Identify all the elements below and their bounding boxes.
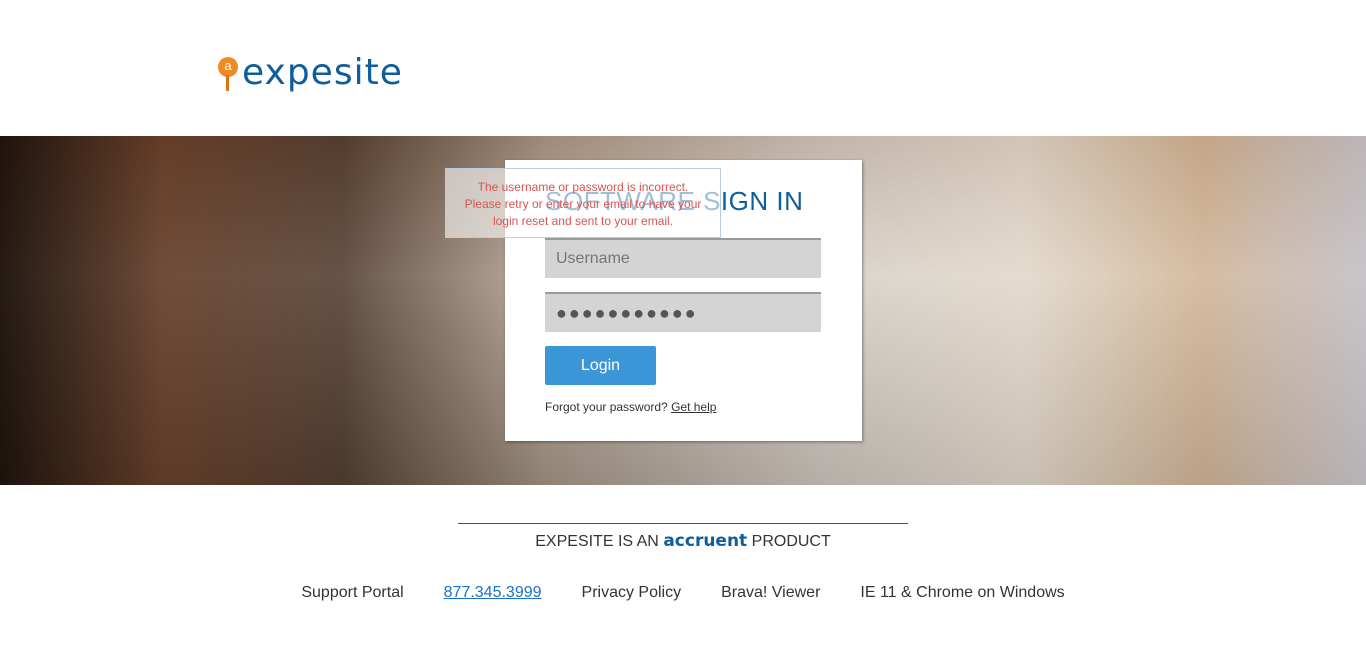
- tagline-suffix: PRODUCT: [751, 533, 831, 550]
- error-line: login reset and sent to your email.: [492, 214, 674, 228]
- login-button[interactable]: Login: [545, 346, 656, 385]
- expesite-logo: a expesite: [218, 52, 403, 93]
- accruent-logo: accruent: [663, 531, 748, 551]
- map-pin-icon: a: [218, 56, 238, 91]
- forgot-password: Forgot your password? Get help: [545, 400, 716, 414]
- error-line: The username or password is incorrect.: [477, 180, 689, 194]
- browser-support-link[interactable]: IE 11 & Chrome on Windows: [860, 584, 1064, 602]
- tagline-prefix: EXPESITE IS AN: [535, 533, 659, 550]
- product-tagline: EXPESITE IS AN accruent PRODUCT: [0, 531, 1366, 551]
- footer-links: Support Portal 877.345.3999 Privacy Poli…: [0, 584, 1366, 602]
- error-line: Please retry or enter your email to have…: [464, 197, 702, 211]
- error-message: The username or password is incorrect. P…: [445, 168, 721, 238]
- divider: [458, 523, 908, 524]
- get-help-link[interactable]: Get help: [671, 400, 716, 414]
- password-input[interactable]: ●●●●●●●●●●●: [545, 292, 821, 332]
- forgot-text: Forgot your password?: [545, 400, 668, 414]
- logo-text: expesite: [242, 52, 403, 93]
- username-input[interactable]: [545, 238, 821, 278]
- brava-viewer-link[interactable]: Brava! Viewer: [721, 584, 820, 602]
- support-portal-link[interactable]: Support Portal: [301, 584, 403, 602]
- phone-link[interactable]: 877.345.3999: [444, 584, 542, 602]
- privacy-policy-link[interactable]: Privacy Policy: [582, 584, 682, 602]
